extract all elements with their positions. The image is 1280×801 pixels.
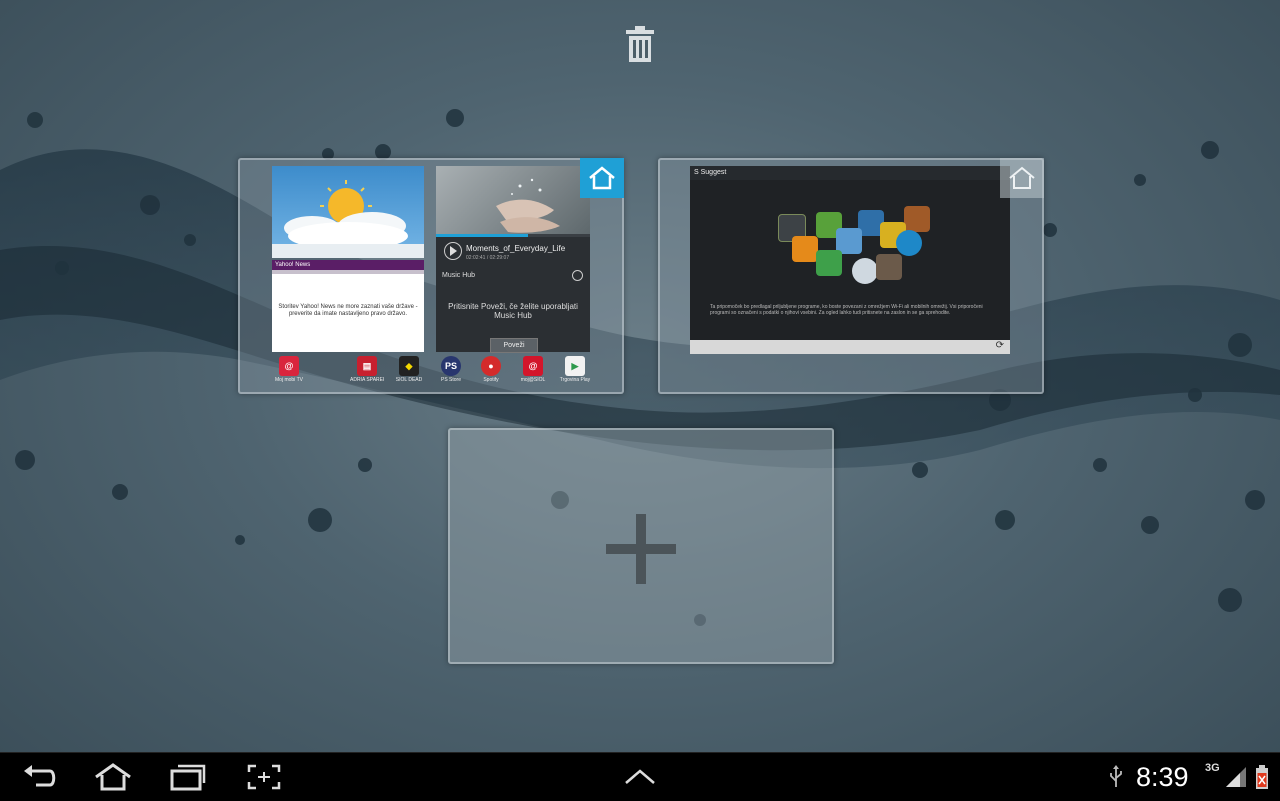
dock-app-5[interactable]: @ moj@SIOL [516, 356, 550, 383]
battery-icon [1255, 765, 1269, 794]
dock-app-0[interactable]: @ Moj mobi TV [272, 356, 306, 383]
s-suggest-description: Ta pripomoček bo predlagal priljubljene … [710, 304, 983, 316]
screenshot-icon [247, 764, 281, 790]
navigation-bar: 8:39 3G [0, 752, 1280, 801]
news-widget[interactable]: Yahoo! News Storitev Yahoo! News ne more… [272, 260, 424, 352]
play-icon[interactable] [444, 242, 462, 260]
plus-icon [606, 514, 676, 584]
dock-app-4[interactable]: ● Spotify [474, 356, 508, 383]
home-screen-set-home-button[interactable] [580, 158, 624, 198]
app-icon-5: @ [523, 356, 543, 376]
app-label-6: Trgovina Play [559, 377, 591, 383]
app-label-3: PS Store [440, 377, 461, 383]
back-icon [24, 765, 56, 787]
music-hub-widget[interactable]: Moments_of_Everyday_Life 02:02:41 / 02:2… [436, 166, 590, 353]
home-button[interactable] [92, 761, 134, 793]
home-icon [1009, 166, 1035, 189]
app-icon-3: PS [441, 356, 461, 376]
music-hub-play-icon[interactable] [572, 270, 583, 281]
music-track-time: 02:02:41 / 02:29:07 [466, 255, 510, 261]
home-screen-set-home-button-2[interactable] [1000, 158, 1044, 198]
recent-apps-button[interactable] [168, 761, 208, 793]
app-icon-0: @ [279, 356, 299, 376]
s-suggest-header: S Suggest [690, 166, 1010, 180]
recent-apps-icon [170, 764, 206, 791]
app-label-0: Moj mobi TV [275, 377, 303, 383]
home-icon [95, 763, 131, 791]
trash-icon[interactable] [622, 24, 658, 64]
dock-app-3[interactable]: PS PS Store [434, 356, 468, 383]
music-hub-label: Music Hub [442, 272, 476, 279]
home-icon [589, 166, 615, 190]
home-screen-panel-1[interactable]: Yahoo! News Storitev Yahoo! News ne more… [238, 158, 624, 394]
music-prompt: Pritisnite Poveži, če želite uporabljati… [448, 302, 578, 320]
suggested-app-icon-8[interactable] [896, 230, 922, 256]
app-label-2: SIOL DEAD [395, 377, 423, 383]
dock-app-2[interactable]: ◆ SIOL DEAD [392, 356, 426, 383]
music-connect-button[interactable]: Poveži [490, 338, 538, 353]
weather-sun-icon [272, 180, 424, 258]
app-label-5: moj@SIOL [520, 377, 546, 383]
news-body: Storitev Yahoo! News ne more zaznati vaš… [278, 304, 418, 317]
s-suggest-refresh-bar[interactable]: ⟳ [690, 340, 1010, 354]
news-header: Yahoo! News [272, 260, 424, 270]
app-icon-4: ● [481, 356, 501, 376]
app-icon-1: ▤ [357, 356, 377, 376]
app-icon-6: ▶ [565, 356, 585, 376]
app-label-4: Spotify [483, 377, 499, 383]
signal-icon [1226, 767, 1248, 792]
screenshot-button[interactable] [244, 761, 284, 793]
suggested-app-icon-11[interactable] [876, 254, 902, 280]
panel-dock: @ Moj mobi TV ▤ ADRIA SPAREKOR ◆ SIOL DE… [272, 356, 592, 386]
music-cover-image [436, 166, 590, 234]
app-label-1: ADRIA SPAREKOR [350, 377, 384, 383]
music-progress-bar[interactable] [436, 234, 590, 237]
home-screen-panel-2[interactable]: S Suggest Ta pripomoček bo predlagal pri… [658, 158, 1044, 394]
dock-app-6[interactable]: ▶ Trgovina Play [558, 356, 592, 383]
music-track-title: Moments_of_Everyday_Life [466, 244, 566, 253]
suggested-app-icon-10[interactable] [852, 258, 878, 284]
suggested-app-icon-5[interactable] [792, 236, 818, 262]
suggested-app-icon-4[interactable] [904, 206, 930, 232]
suggested-app-icon-9[interactable] [816, 250, 842, 276]
refresh-icon[interactable]: ⟳ [996, 340, 1004, 351]
weather-widget[interactable] [272, 166, 424, 258]
app-icon-2: ◆ [399, 356, 419, 376]
dock-app-1[interactable]: ▤ ADRIA SPAREKOR [350, 356, 384, 383]
app-tray-up-button[interactable] [622, 761, 658, 793]
add-home-screen-panel[interactable] [448, 428, 834, 664]
back-button[interactable] [20, 761, 60, 793]
chevron-up-icon [625, 769, 655, 784]
s-suggest-widget[interactable]: S Suggest Ta pripomoček bo predlagal pri… [690, 166, 1010, 354]
status-clock: 8:39 [1136, 762, 1189, 792]
usb-icon [1106, 761, 1126, 793]
network-type: 3G [1205, 762, 1220, 774]
